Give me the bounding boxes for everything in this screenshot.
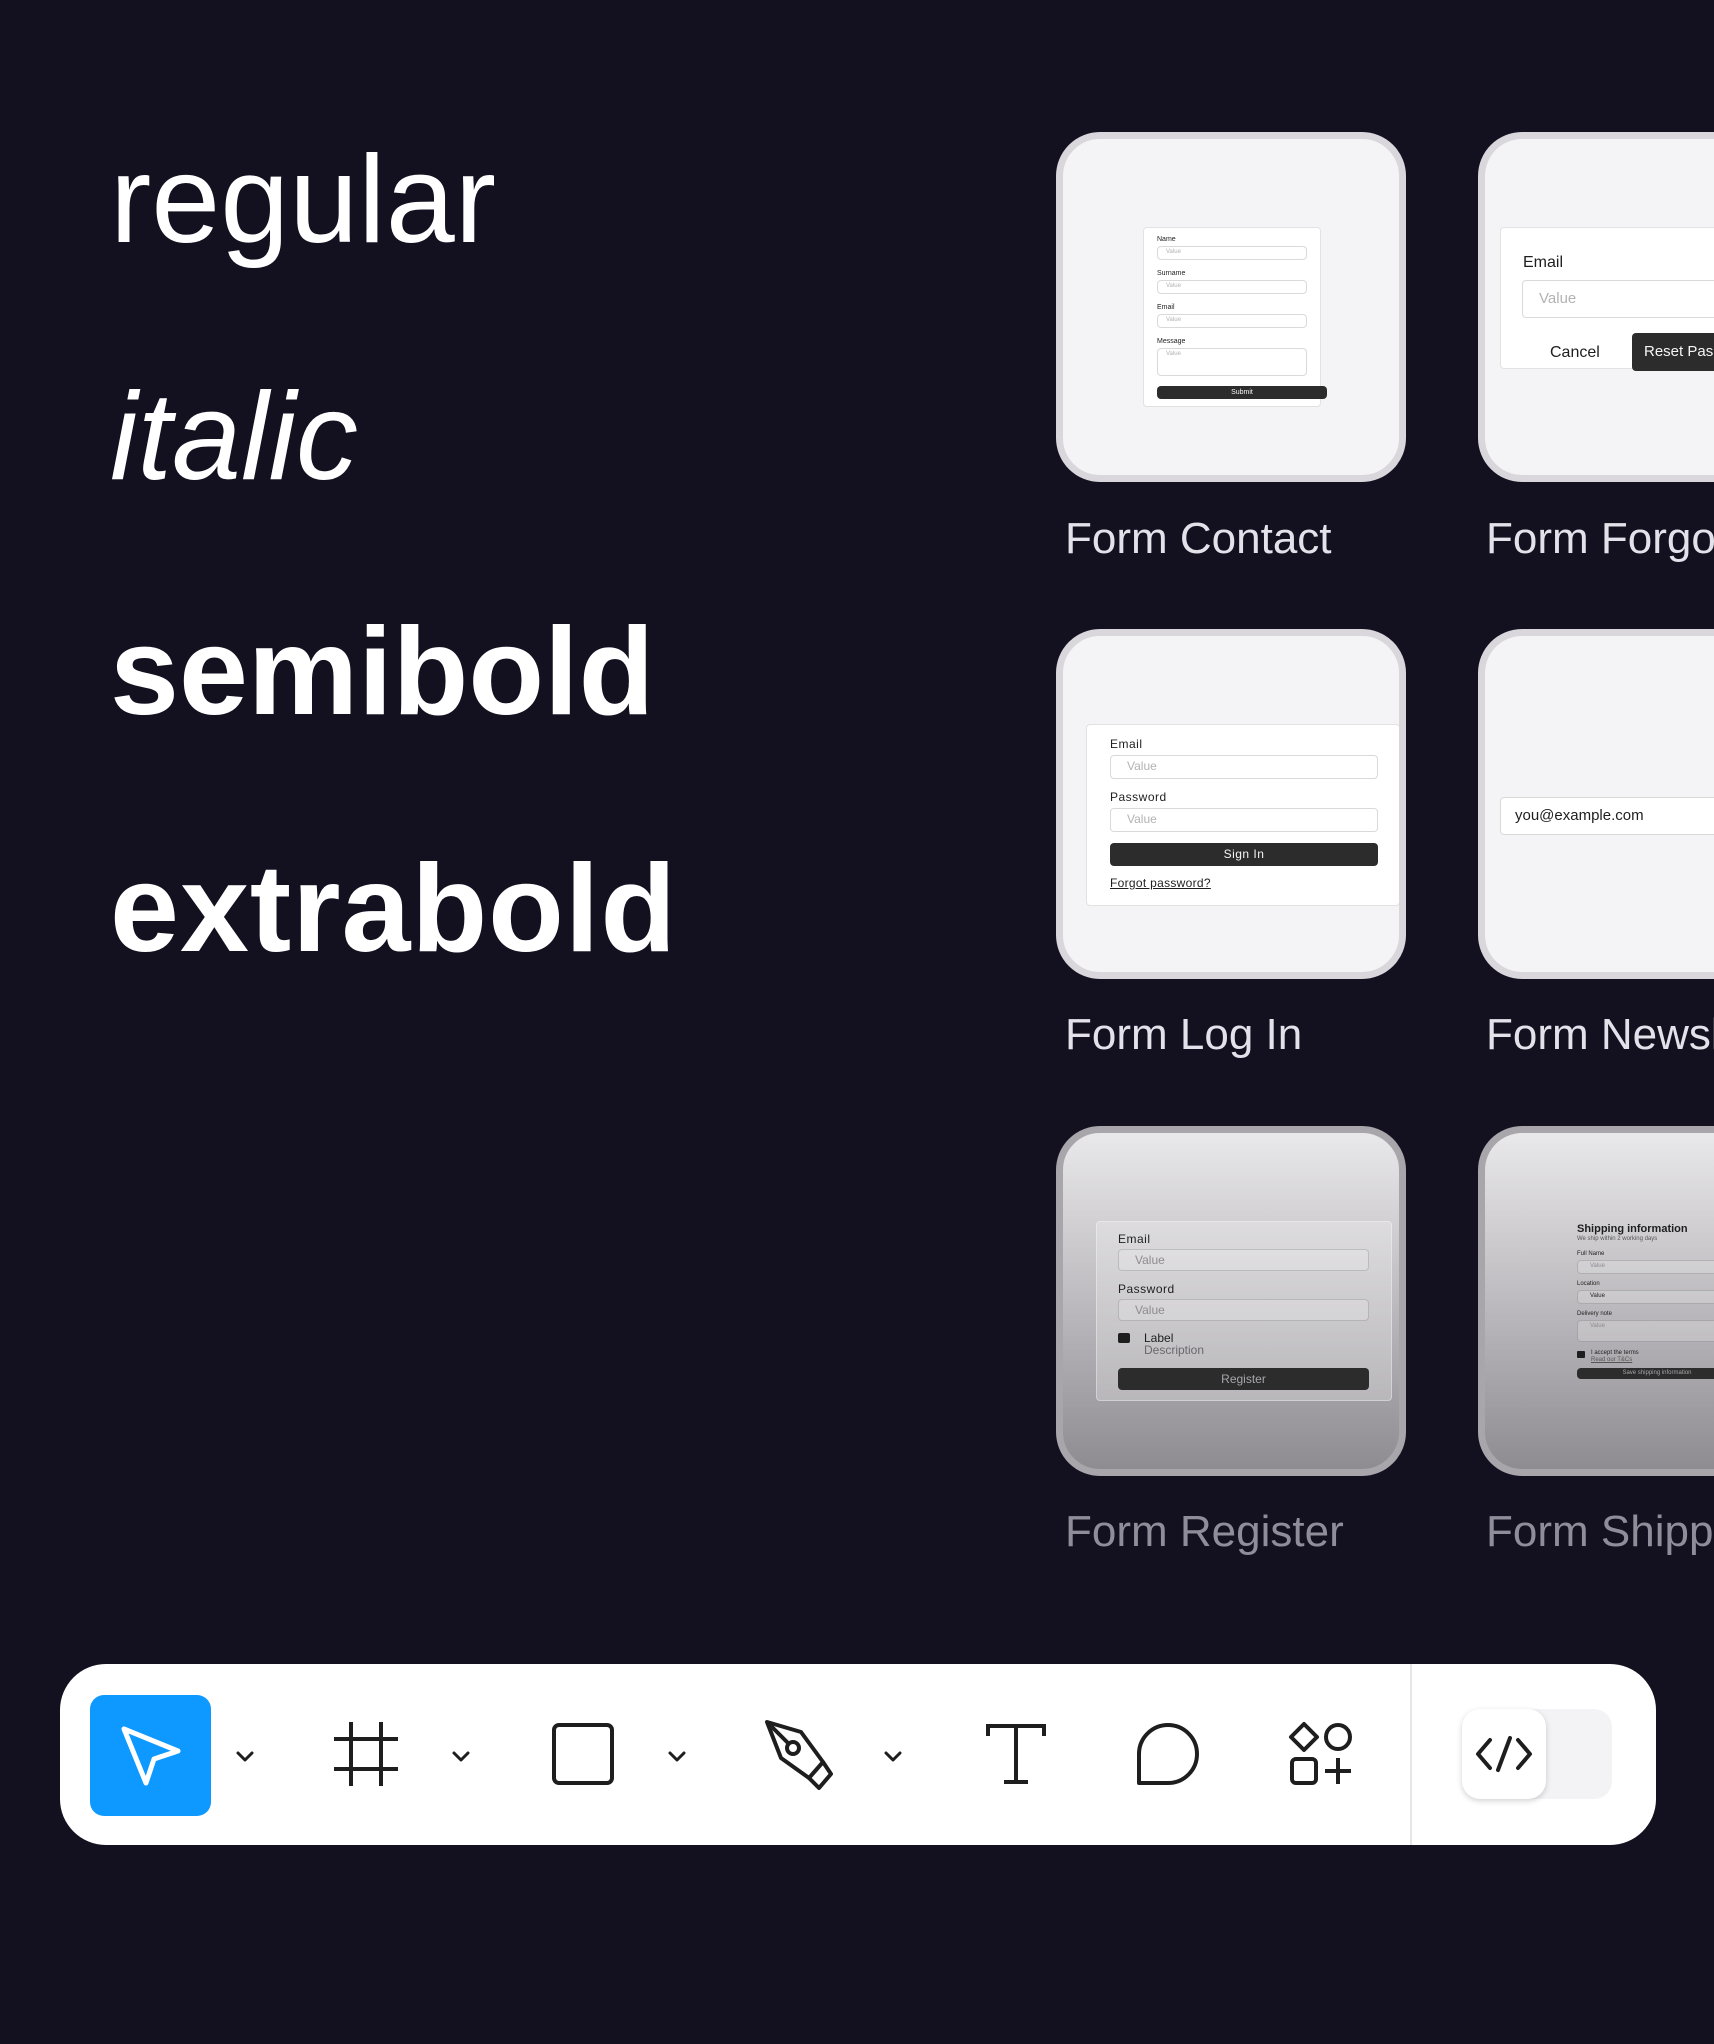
- card-form-newsletter[interactable]: you@example.com: [1478, 629, 1714, 979]
- frame-tool-chevron-down-icon[interactable]: [449, 1745, 473, 1769]
- shipping-terms-checkbox: [1577, 1351, 1585, 1358]
- register-checkbox: [1118, 1333, 1130, 1343]
- rectangle-tool-button[interactable]: [545, 1716, 621, 1792]
- newsletter-email-input: you@example.com: [1500, 797, 1714, 835]
- login-form-preview: Email Value Password Value Sign In Forgo…: [1086, 724, 1399, 906]
- forgot-email-label: Email: [1523, 254, 1564, 271]
- pen-tool-chevron-down-icon[interactable]: [881, 1745, 905, 1769]
- shipping-full-name-label: Full Name: [1577, 1251, 1605, 1257]
- comment-icon: [1137, 1723, 1199, 1785]
- card-title-form-forgot: Form Forgot: [1486, 514, 1714, 563]
- shipping-terms-label: I accept the terms: [1591, 1350, 1639, 1356]
- shapes-plus-icon: [1289, 1722, 1352, 1785]
- comment-tool-button[interactable]: [1130, 1716, 1206, 1792]
- card-form-shipping[interactable]: Shipping information We ship within 2 wo…: [1478, 1126, 1714, 1476]
- shipping-location-select: Value: [1577, 1290, 1714, 1304]
- contact-surname-label: Surname: [1157, 270, 1186, 277]
- login-password-label: Password: [1110, 790, 1167, 804]
- card-title-form-contact: Form Contact: [1065, 514, 1332, 563]
- contact-name-input: Value: [1157, 246, 1307, 260]
- shipping-delivery-input: Value: [1577, 1320, 1714, 1342]
- login-forgot-link: Forgot password?: [1110, 876, 1211, 890]
- register-password-label: Password: [1118, 1282, 1175, 1296]
- card-form-contact[interactable]: Name Value Surname Value Email Value Mes…: [1056, 132, 1406, 482]
- code-icon: [1476, 1736, 1532, 1772]
- contact-name-label: Name: [1157, 236, 1176, 243]
- register-form-preview: Email Value Password Value Label Descrip…: [1096, 1221, 1392, 1401]
- contact-surname-input: Value: [1157, 280, 1307, 294]
- card-form-login[interactable]: Email Value Password Value Sign In Forgo…: [1056, 629, 1406, 979]
- card-form-register[interactable]: Email Value Password Value Label Descrip…: [1056, 1126, 1406, 1476]
- register-email-label: Email: [1118, 1232, 1151, 1246]
- register-checkbox-description: Description: [1144, 1343, 1205, 1357]
- shipping-location-label: Location: [1577, 1281, 1600, 1287]
- shipping-full-name-input: Value: [1577, 1260, 1714, 1274]
- contact-submit-button: Submit: [1157, 386, 1327, 399]
- cursor-icon: [121, 1726, 180, 1785]
- contact-email-label: Email: [1157, 304, 1175, 311]
- move-tool-chevron-down-icon[interactable]: [233, 1745, 257, 1769]
- forgot-cancel-button: Cancel: [1550, 344, 1600, 361]
- card-title-form-shipping: Form Shippi: [1486, 1507, 1714, 1556]
- contact-form-preview: Name Value Surname Value Email Value Mes…: [1143, 227, 1327, 407]
- dev-mode-toggle-knob[interactable]: [1462, 1709, 1546, 1799]
- forgot-reset-button: Reset Pas: [1632, 333, 1714, 371]
- frame-icon: [334, 1722, 398, 1786]
- text-icon: [986, 1724, 1046, 1784]
- forgot-form-preview: Email Value Cancel Reset Pas: [1500, 227, 1714, 371]
- card-title-form-register: Form Register: [1065, 1507, 1344, 1556]
- card-title-form-newsletter: Form Newsl: [1486, 1010, 1714, 1059]
- frame-tool-button[interactable]: [328, 1716, 404, 1792]
- design-toolbar: [60, 1664, 1656, 1845]
- actions-tool-button[interactable]: [1283, 1716, 1359, 1792]
- login-password-input: Value: [1110, 808, 1378, 832]
- forgot-email-input: Value: [1522, 280, 1714, 318]
- register-email-input: Value: [1118, 1249, 1369, 1271]
- rectangle-tool-chevron-down-icon[interactable]: [665, 1745, 689, 1769]
- card-title-form-login: Form Log In: [1065, 1010, 1303, 1059]
- weight-extrabold-sample: extrabold: [110, 840, 678, 978]
- contact-message-input: Value: [1157, 348, 1307, 376]
- card-form-forgot[interactable]: Email Value Cancel Reset Pas: [1478, 132, 1714, 482]
- login-sign-in-button: Sign In: [1110, 843, 1378, 866]
- login-email-input: Value: [1110, 755, 1378, 779]
- register-submit-button: Register: [1118, 1368, 1369, 1390]
- shipping-delivery-label: Delivery note: [1577, 1311, 1613, 1317]
- weight-italic-sample: italic: [110, 368, 359, 506]
- rectangle-icon: [552, 1723, 614, 1785]
- toolbar-divider: [1410, 1664, 1412, 1845]
- pen-tool-button[interactable]: [760, 1714, 836, 1794]
- weight-regular-sample: regular: [110, 131, 496, 269]
- text-tool-button[interactable]: [978, 1716, 1054, 1792]
- contact-message-label: Message: [1157, 338, 1186, 345]
- shipping-heading: Shipping information: [1577, 1223, 1688, 1235]
- register-password-input: Value: [1118, 1299, 1369, 1321]
- contact-email-input: Value: [1157, 314, 1307, 328]
- shipping-subheading: We ship within 2 working days: [1577, 1236, 1658, 1242]
- move-tool-button[interactable]: [90, 1695, 211, 1816]
- shipping-submit-button: Save shipping information: [1577, 1368, 1714, 1379]
- login-email-label: Email: [1110, 737, 1143, 751]
- shipping-terms-link: Read our T&Cs: [1591, 1357, 1633, 1363]
- pen-icon: [765, 1720, 833, 1790]
- weight-semibold-sample: semibold: [110, 603, 655, 741]
- shipping-form-preview: Shipping information We ship within 2 wo…: [1575, 1221, 1714, 1381]
